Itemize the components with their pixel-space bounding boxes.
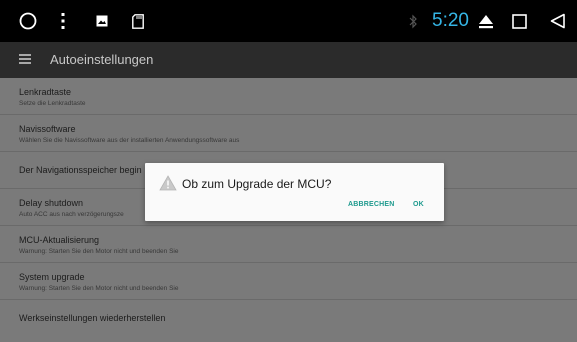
bluetooth-icon [406, 0, 420, 42]
ok-button[interactable]: OK [413, 201, 424, 208]
dialog-title: Ob zum Upgrade der MCU? [182, 177, 332, 191]
setting-navi-software[interactable]: Navissoftware Wählen Sie die Navissoftwa… [0, 115, 577, 152]
back-triangle-icon[interactable] [548, 0, 566, 42]
warning-icon [159, 175, 177, 191]
more-vert-icon[interactable] [58, 0, 68, 42]
clock: 5:20 [432, 10, 469, 31]
circle-home-icon[interactable] [18, 0, 38, 42]
image-icon [94, 0, 110, 42]
setting-title: Werkseinstellungen wiederherstellen [19, 313, 166, 323]
setting-subtitle: Wählen Sie die Navissoftware aus der ins… [19, 137, 240, 144]
status-bar: 5:20 [0, 0, 577, 42]
setting-system-upgrade[interactable]: System upgrade Warnung: Starten Sie den … [0, 263, 577, 300]
setting-factory-reset[interactable]: Werkseinstellungen wiederherstellen [0, 300, 577, 337]
setting-title: Der Navigationsspeicher begin [19, 165, 142, 175]
setting-title: Lenkradtaste [19, 87, 72, 97]
setting-title: Delay shutdown [19, 198, 84, 208]
setting-title: MCU-Aktualisierung [19, 235, 100, 245]
setting-title: Navissoftware [19, 124, 76, 134]
setting-title: System upgrade [19, 272, 85, 282]
setting-subtitle: Setze die Lenkradtaste [19, 100, 86, 107]
setting-subtitle: Auto ACC aus nach verzögerungsze [19, 211, 124, 218]
sd-card-icon [130, 0, 146, 42]
setting-subtitle: Warnung: Starten Sie den Motor nicht und… [19, 285, 179, 292]
setting-steering-wheel-key[interactable]: Lenkradtaste Setze die Lenkradtaste [0, 78, 577, 115]
setting-mcu-update[interactable]: MCU-Aktualisierung Warnung: Starten Sie … [0, 226, 577, 263]
eject-icon[interactable] [477, 0, 495, 42]
app-bar: Autoeinstellungen [0, 42, 577, 78]
page-title: Autoeinstellungen [50, 52, 154, 67]
recents-square-icon[interactable] [510, 0, 528, 42]
cancel-button[interactable]: ABBRECHEN [348, 201, 395, 208]
menu-icon[interactable] [19, 54, 31, 64]
setting-subtitle: Warnung: Starten Sie den Motor nicht und… [19, 248, 179, 255]
confirm-dialog: Ob zum Upgrade der MCU? ABBRECHEN OK [145, 163, 444, 221]
